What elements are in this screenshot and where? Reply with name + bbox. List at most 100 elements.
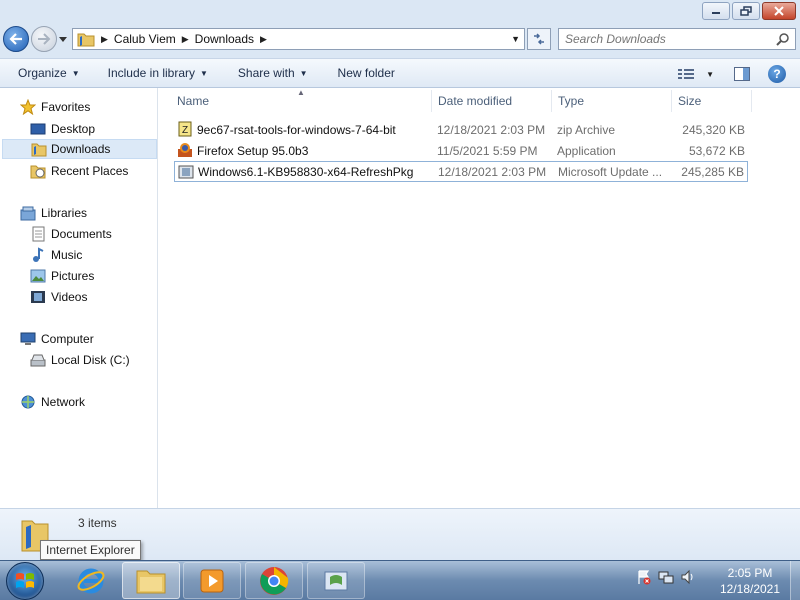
nav-music-label: Music [51,248,83,262]
file-size: 53,672 KB [688,143,745,158]
column-divider[interactable] [751,90,752,112]
taskbar-internet-explorer[interactable] [62,562,120,599]
column-divider[interactable] [671,90,672,112]
back-arrow-icon [9,33,22,45]
minimize-button[interactable] [702,2,730,20]
include-in-library-label: Include in library [107,66,195,80]
breadcrumb-downloads[interactable]: Downloads [195,32,254,46]
show-desktop-button[interactable] [790,561,800,600]
file-row[interactable]: Firefox Setup 95.0b3 11/5/2021 5:59 PM A… [174,140,748,161]
details-pane: 3 items Internet Explorer [0,508,800,560]
action-center-flag-icon[interactable] [636,569,652,585]
nav-desktop[interactable]: Desktop [30,119,95,139]
clock[interactable]: 2:05 PM 12/18/2021 [710,565,790,597]
nav-downloads-label: Downloads [51,142,111,156]
clock-date: 12/18/2021 [719,582,781,596]
change-view-button[interactable]: ▼ [678,68,714,80]
chevron-down-icon[interactable]: ▼ [706,70,714,79]
breadcrumb-separator[interactable]: ▶ [182,34,189,45]
desktop-icon [30,123,46,135]
column-header-size[interactable]: Size [678,90,701,112]
file-row[interactable]: Z 9ec67-rsat-tools-for-windows-7-64-bit … [174,119,748,140]
recent-pages-dropdown[interactable] [58,33,68,45]
column-header-date-modified[interactable]: Date modified [438,90,512,112]
column-header-type[interactable]: Type [558,90,584,112]
music-icon [33,247,44,262]
preview-pane-icon [734,67,750,81]
search-box[interactable] [558,28,796,50]
file-date: 12/18/2021 2:03 PM [437,122,546,137]
nav-pictures[interactable]: Pictures [30,266,94,286]
nav-favorites[interactable]: Favorites [20,97,90,117]
refresh-button[interactable] [527,28,551,50]
downloads-folder-icon [31,143,47,157]
taskbar-media-player[interactable] [183,562,241,599]
share-with-label: Share with [237,66,295,80]
preview-pane-button[interactable] [734,67,750,81]
file-size: 245,285 KB [681,164,744,179]
chrome-icon [260,566,289,595]
breadcrumb-separator: ▶ [101,33,108,44]
taskbar-windows-explorer[interactable] [122,562,180,599]
column-divider[interactable] [551,90,552,112]
volume-icon[interactable] [680,569,696,585]
address-history-dropdown[interactable]: ▼ [511,34,520,44]
back-button[interactable] [3,26,29,52]
nav-music[interactable]: Music [30,245,82,265]
close-icon [774,6,784,16]
nav-documents[interactable]: Documents [30,224,112,244]
nav-downloads[interactable]: Downloads [2,139,157,159]
search-icon[interactable] [776,32,790,46]
taskbar-chrome[interactable] [245,562,303,599]
taskbar-installer[interactable] [307,562,365,599]
start-button[interactable] [6,562,44,600]
column-header-name[interactable]: Name [177,90,209,112]
organize-button[interactable]: Organize ▼ [18,66,80,80]
network-icon [21,395,35,409]
network-status-icon[interactable] [658,569,674,585]
window-controls [702,2,796,20]
documents-icon [32,226,45,242]
navigation-bar: ▶ Calub Viem ▶ Downloads ▶ ▼ [0,24,800,58]
nav-computer[interactable]: Computer [20,329,94,349]
share-with-button[interactable]: Share with ▼ [238,66,308,80]
chevron-down-icon [59,36,67,42]
column-divider[interactable] [431,90,432,112]
chevron-down-icon: ▼ [299,68,308,78]
file-row-selected[interactable]: Windows6.1-KB958830-x64-RefreshPkg 12/18… [174,161,748,182]
folder-icon [77,33,95,47]
title-bar [0,0,800,24]
nav-libraries[interactable]: Libraries [20,203,87,223]
help-button[interactable]: ? [768,65,786,83]
nav-desktop-label: Desktop [51,122,96,136]
forward-button[interactable] [31,26,57,52]
chevron-down-icon: ▼ [71,68,80,78]
close-button[interactable] [762,2,796,20]
help-icon: ? [773,67,781,81]
file-type: Application [557,143,616,158]
search-input[interactable] [565,32,775,46]
new-folder-button[interactable]: New folder [338,66,395,80]
breadcrumb-separator[interactable]: ▶ [260,34,267,45]
nav-network[interactable]: Network [20,392,85,412]
minimize-icon [712,12,720,14]
restore-button[interactable] [732,2,760,20]
explorer-body: Favorites Desktop Downloads Recent Place… [0,88,800,508]
nav-recent-places[interactable]: Recent Places [30,161,128,181]
nav-local-disk-label: Local Disk (C:) [51,353,130,367]
forward-arrow-icon [38,33,51,45]
file-name: 9ec67-rsat-tools-for-windows-7-64-bit [197,122,396,137]
pictures-icon [30,269,46,283]
file-name: Windows6.1-KB958830-x64-RefreshPkg [198,164,414,179]
items-count: 3 items [78,516,117,530]
include-in-library-button[interactable]: Include in library ▼ [108,66,208,80]
windows-explorer-icon [136,570,166,593]
breadcrumb-user-folder[interactable]: Calub Viem [114,32,176,46]
address-bar[interactable]: ▶ Calub Viem ▶ Downloads ▶ ▼ [72,28,525,50]
star-icon [20,99,36,115]
new-folder-label: New folder [337,66,395,80]
nav-videos[interactable]: Videos [30,287,87,307]
libraries-icon [20,206,36,221]
clock-time: 2:05 PM [727,566,773,580]
nav-local-disk[interactable]: Local Disk (C:) [30,350,130,370]
